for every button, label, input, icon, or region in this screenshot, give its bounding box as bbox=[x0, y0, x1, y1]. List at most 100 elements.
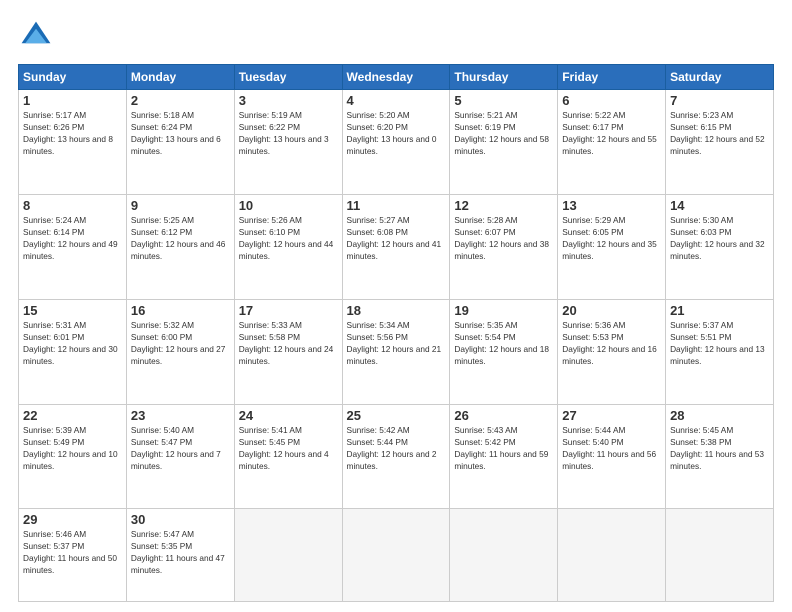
day-info: Sunrise: 5:42 AMSunset: 5:44 PMDaylight:… bbox=[347, 425, 437, 471]
day-number: 16 bbox=[131, 303, 230, 318]
table-row: 30 Sunrise: 5:47 AMSunset: 5:35 PMDayligh… bbox=[126, 509, 234, 602]
table-row: 26 Sunrise: 5:43 AMSunset: 5:42 PMDayligh… bbox=[450, 404, 558, 509]
table-row: 16 Sunrise: 5:32 AMSunset: 6:00 PMDayligh… bbox=[126, 299, 234, 404]
day-number: 1 bbox=[23, 93, 122, 108]
day-info: Sunrise: 5:26 AMSunset: 6:10 PMDaylight:… bbox=[239, 215, 334, 261]
table-row: 27 Sunrise: 5:44 AMSunset: 5:40 PMDayligh… bbox=[558, 404, 666, 509]
day-number: 23 bbox=[131, 408, 230, 423]
day-number: 12 bbox=[454, 198, 553, 213]
calendar-header-row: Sunday Monday Tuesday Wednesday Thursday… bbox=[19, 65, 774, 90]
day-number: 7 bbox=[670, 93, 769, 108]
table-row bbox=[450, 509, 558, 602]
day-info: Sunrise: 5:37 AMSunset: 5:51 PMDaylight:… bbox=[670, 320, 765, 366]
table-row: 11 Sunrise: 5:27 AMSunset: 6:08 PMDayligh… bbox=[342, 194, 450, 299]
day-number: 20 bbox=[562, 303, 661, 318]
day-number: 5 bbox=[454, 93, 553, 108]
table-row: 20Sunrise: 5:36 AMSunset: 5:53 PMDayligh… bbox=[558, 299, 666, 404]
table-row: 19 Sunrise: 5:35 AMSunset: 5:54 PMDayligh… bbox=[450, 299, 558, 404]
day-info: Sunrise: 5:22 AMSunset: 6:17 PMDaylight:… bbox=[562, 110, 657, 156]
table-row: 21 Sunrise: 5:37 AMSunset: 5:51 PMDayligh… bbox=[666, 299, 774, 404]
day-number: 28 bbox=[670, 408, 769, 423]
day-number: 24 bbox=[239, 408, 338, 423]
day-info: Sunrise: 5:34 AMSunset: 5:56 PMDaylight:… bbox=[347, 320, 442, 366]
page: Sunday Monday Tuesday Wednesday Thursday… bbox=[0, 0, 792, 612]
day-info: Sunrise: 5:44 AMSunset: 5:40 PMDaylight:… bbox=[562, 425, 656, 471]
day-info: Sunrise: 5:27 AMSunset: 6:08 PMDaylight:… bbox=[347, 215, 442, 261]
table-row: 8 Sunrise: 5:24 AMSunset: 6:14 PMDaylight… bbox=[19, 194, 127, 299]
table-row: 17 Sunrise: 5:33 AMSunset: 5:58 PMDayligh… bbox=[234, 299, 342, 404]
day-info: Sunrise: 5:24 AMSunset: 6:14 PMDaylight:… bbox=[23, 215, 118, 261]
day-number: 25 bbox=[347, 408, 446, 423]
table-row: 23 Sunrise: 5:40 AMSunset: 5:47 PMDayligh… bbox=[126, 404, 234, 509]
day-info: Sunrise: 5:45 AMSunset: 5:38 PMDaylight:… bbox=[670, 425, 764, 471]
day-info: Sunrise: 5:32 AMSunset: 6:00 PMDaylight:… bbox=[131, 320, 226, 366]
day-number: 14 bbox=[670, 198, 769, 213]
table-row: 3Sunrise: 5:19 AMSunset: 6:22 PMDaylight… bbox=[234, 90, 342, 195]
day-info: Sunrise: 5:40 AMSunset: 5:47 PMDaylight:… bbox=[131, 425, 221, 471]
day-info: Sunrise: 5:46 AMSunset: 5:37 PMDaylight:… bbox=[23, 529, 117, 575]
col-monday: Monday bbox=[126, 65, 234, 90]
table-row: 13 Sunrise: 5:29 AMSunset: 6:05 PMDayligh… bbox=[558, 194, 666, 299]
col-sunday: Sunday bbox=[19, 65, 127, 90]
day-info: Sunrise: 5:21 AMSunset: 6:19 PMDaylight:… bbox=[454, 110, 549, 156]
logo-icon bbox=[18, 18, 54, 54]
table-row: 5 Sunrise: 5:21 AMSunset: 6:19 PMDaylight… bbox=[450, 90, 558, 195]
day-number: 9 bbox=[131, 198, 230, 213]
day-number: 10 bbox=[239, 198, 338, 213]
day-number: 11 bbox=[347, 198, 446, 213]
day-info: Sunrise: 5:31 AMSunset: 6:01 PMDaylight:… bbox=[23, 320, 118, 366]
day-number: 8 bbox=[23, 198, 122, 213]
day-info: Sunrise: 5:20 AMSunset: 6:20 PMDaylight:… bbox=[347, 110, 437, 156]
day-info: Sunrise: 5:17 AMSunset: 6:26 PMDaylight:… bbox=[23, 110, 113, 156]
day-number: 17 bbox=[239, 303, 338, 318]
day-number: 2 bbox=[131, 93, 230, 108]
day-info: Sunrise: 5:33 AMSunset: 5:58 PMDaylight:… bbox=[239, 320, 334, 366]
day-info: Sunrise: 5:41 AMSunset: 5:45 PMDaylight:… bbox=[239, 425, 329, 471]
day-info: Sunrise: 5:35 AMSunset: 5:54 PMDaylight:… bbox=[454, 320, 549, 366]
day-number: 18 bbox=[347, 303, 446, 318]
day-info: Sunrise: 5:47 AMSunset: 5:35 PMDaylight:… bbox=[131, 529, 225, 575]
day-info: Sunrise: 5:25 AMSunset: 6:12 PMDaylight:… bbox=[131, 215, 226, 261]
day-info: Sunrise: 5:43 AMSunset: 5:42 PMDaylight:… bbox=[454, 425, 548, 471]
table-row bbox=[234, 509, 342, 602]
calendar-table: Sunday Monday Tuesday Wednesday Thursday… bbox=[18, 64, 774, 602]
day-number: 29 bbox=[23, 512, 122, 527]
table-row: 7 Sunrise: 5:23 AMSunset: 6:15 PMDaylight… bbox=[666, 90, 774, 195]
table-row: 10 Sunrise: 5:26 AMSunset: 6:10 PMDayligh… bbox=[234, 194, 342, 299]
header bbox=[18, 18, 774, 54]
col-thursday: Thursday bbox=[450, 65, 558, 90]
day-number: 30 bbox=[131, 512, 230, 527]
table-row bbox=[342, 509, 450, 602]
day-number: 21 bbox=[670, 303, 769, 318]
table-row: 22Sunrise: 5:39 AMSunset: 5:49 PMDayligh… bbox=[19, 404, 127, 509]
day-number: 22 bbox=[23, 408, 122, 423]
col-friday: Friday bbox=[558, 65, 666, 90]
col-wednesday: Wednesday bbox=[342, 65, 450, 90]
day-number: 19 bbox=[454, 303, 553, 318]
table-row: 9 Sunrise: 5:25 AMSunset: 6:12 PMDaylight… bbox=[126, 194, 234, 299]
day-info: Sunrise: 5:19 AMSunset: 6:22 PMDaylight:… bbox=[239, 110, 329, 156]
table-row: 12 Sunrise: 5:28 AMSunset: 6:07 PMDayligh… bbox=[450, 194, 558, 299]
table-row: 2 Sunrise: 5:18 AMSunset: 6:24 PMDaylight… bbox=[126, 90, 234, 195]
day-info: Sunrise: 5:18 AMSunset: 6:24 PMDaylight:… bbox=[131, 110, 221, 156]
day-info: Sunrise: 5:23 AMSunset: 6:15 PMDaylight:… bbox=[670, 110, 765, 156]
table-row: 25 Sunrise: 5:42 AMSunset: 5:44 PMDayligh… bbox=[342, 404, 450, 509]
day-number: 4 bbox=[347, 93, 446, 108]
day-info: Sunrise: 5:30 AMSunset: 6:03 PMDaylight:… bbox=[670, 215, 765, 261]
day-number: 26 bbox=[454, 408, 553, 423]
table-row: 18 Sunrise: 5:34 AMSunset: 5:56 PMDayligh… bbox=[342, 299, 450, 404]
day-info: Sunrise: 5:28 AMSunset: 6:07 PMDaylight:… bbox=[454, 215, 549, 261]
table-row: 29 Sunrise: 5:46 AMSunset: 5:37 PMDayligh… bbox=[19, 509, 127, 602]
table-row: 15 Sunrise: 5:31 AMSunset: 6:01 PMDayligh… bbox=[19, 299, 127, 404]
day-number: 15 bbox=[23, 303, 122, 318]
col-tuesday: Tuesday bbox=[234, 65, 342, 90]
day-number: 27 bbox=[562, 408, 661, 423]
day-info: Sunrise: 5:29 AMSunset: 6:05 PMDaylight:… bbox=[562, 215, 657, 261]
table-row: 4 Sunrise: 5:20 AMSunset: 6:20 PMDaylight… bbox=[342, 90, 450, 195]
table-row: 24 Sunrise: 5:41 AMSunset: 5:45 PMDayligh… bbox=[234, 404, 342, 509]
day-number: 6 bbox=[562, 93, 661, 108]
table-row: 1 Sunrise: 5:17 AMSunset: 6:26 PMDaylight… bbox=[19, 90, 127, 195]
table-row: 6 Sunrise: 5:22 AMSunset: 6:17 PMDaylight… bbox=[558, 90, 666, 195]
day-number: 13 bbox=[562, 198, 661, 213]
table-row: 14 Sunrise: 5:30 AMSunset: 6:03 PMDayligh… bbox=[666, 194, 774, 299]
